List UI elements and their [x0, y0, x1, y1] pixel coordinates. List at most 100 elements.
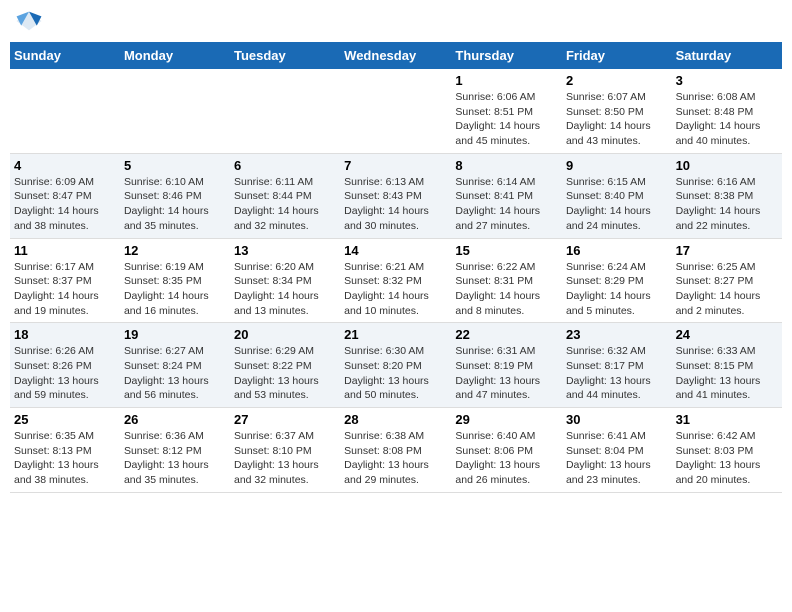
calendar-cell: 3Sunrise: 6:08 AM Sunset: 8:48 PM Daylig… — [672, 69, 782, 153]
day-number: 8 — [455, 158, 558, 173]
day-info: Sunrise: 6:29 AM Sunset: 8:22 PM Dayligh… — [234, 344, 336, 403]
calendar-cell: 21Sunrise: 6:30 AM Sunset: 8:20 PM Dayli… — [340, 323, 451, 408]
calendar-cell: 2 Sunrise: 6:07 AM Sunset: 8:50 PM Daylig… — [562, 69, 672, 153]
day-number: 5 — [124, 158, 226, 173]
weekday-header-thursday: Thursday — [451, 42, 562, 69]
day-info: Sunrise: 6:22 AM Sunset: 8:31 PM Dayligh… — [455, 260, 558, 319]
day-info: Sunrise: 6:19 AM Sunset: 8:35 PM Dayligh… — [124, 260, 226, 319]
weekday-header-sunday: Sunday — [10, 42, 120, 69]
day-number: 15 — [455, 243, 558, 258]
day-number: 18 — [14, 327, 116, 342]
day-info: Sunrise: 6:31 AM Sunset: 8:19 PM Dayligh… — [455, 344, 558, 403]
day-info: Sunrise: 6:32 AM Sunset: 8:17 PM Dayligh… — [566, 344, 668, 403]
day-number: 3 — [676, 73, 778, 88]
logo — [15, 10, 47, 32]
day-info: Sunrise: 6:06 AM Sunset: 8:51 PM Dayligh… — [455, 90, 558, 149]
day-info: Sunrise: 6:24 AM Sunset: 8:29 PM Dayligh… — [566, 260, 668, 319]
calendar-cell: 6 Sunrise: 6:11 AM Sunset: 8:44 PM Daylig… — [230, 153, 340, 238]
day-number: 17 — [676, 243, 778, 258]
calendar-cell: 1 Sunrise: 6:06 AM Sunset: 8:51 PM Daylig… — [451, 69, 562, 153]
calendar-cell: 29 Sunrise: 6:40 AM Sunset: 8:06 PM Dayli… — [451, 408, 562, 493]
day-number: 12 — [124, 243, 226, 258]
calendar-cell — [230, 69, 340, 153]
calendar-cell: 12 Sunrise: 6:19 AM Sunset: 8:35 PM Dayli… — [120, 238, 230, 323]
day-number: 19 — [124, 327, 226, 342]
day-number: 25 — [14, 412, 116, 427]
calendar-table: SundayMondayTuesdayWednesdayThursdayFrid… — [10, 42, 782, 493]
day-info: Sunrise: 6:20 AM Sunset: 8:34 PM Dayligh… — [234, 260, 336, 319]
calendar-cell: 28 Sunrise: 6:38 AM Sunset: 8:08 PM Dayli… — [340, 408, 451, 493]
day-info: Sunrise: 6:14 AM Sunset: 8:41 PM Dayligh… — [455, 175, 558, 234]
calendar-week-row: 18Sunrise: 6:26 AM Sunset: 8:26 PM Dayli… — [10, 323, 782, 408]
calendar-cell — [120, 69, 230, 153]
day-number: 29 — [455, 412, 558, 427]
day-number: 4 — [14, 158, 116, 173]
day-info: Sunrise: 6:38 AM Sunset: 8:08 PM Dayligh… — [344, 429, 447, 488]
day-info: Sunrise: 6:16 AM Sunset: 8:38 PM Dayligh… — [676, 175, 778, 234]
day-number: 20 — [234, 327, 336, 342]
calendar-week-row: 4 Sunrise: 6:09 AM Sunset: 8:47 PM Daylig… — [10, 153, 782, 238]
day-number: 6 — [234, 158, 336, 173]
day-info: Sunrise: 6:25 AM Sunset: 8:27 PM Dayligh… — [676, 260, 778, 319]
day-info: Sunrise: 6:33 AM Sunset: 8:15 PM Dayligh… — [676, 344, 778, 403]
calendar-week-row: 25 Sunrise: 6:35 AM Sunset: 8:13 PM Dayli… — [10, 408, 782, 493]
day-number: 23 — [566, 327, 668, 342]
day-number: 7 — [344, 158, 447, 173]
calendar-cell: 5 Sunrise: 6:10 AM Sunset: 8:46 PM Daylig… — [120, 153, 230, 238]
day-info: Sunrise: 6:27 AM Sunset: 8:24 PM Dayligh… — [124, 344, 226, 403]
calendar-cell: 17 Sunrise: 6:25 AM Sunset: 8:27 PM Dayli… — [672, 238, 782, 323]
day-number: 13 — [234, 243, 336, 258]
calendar-cell: 9 Sunrise: 6:15 AM Sunset: 8:40 PM Daylig… — [562, 153, 672, 238]
weekday-header-saturday: Saturday — [672, 42, 782, 69]
day-number: 31 — [676, 412, 778, 427]
calendar-cell: 27 Sunrise: 6:37 AM Sunset: 8:10 PM Dayli… — [230, 408, 340, 493]
day-info: Sunrise: 6:40 AM Sunset: 8:06 PM Dayligh… — [455, 429, 558, 488]
day-number: 10 — [676, 158, 778, 173]
day-info: Sunrise: 6:09 AM Sunset: 8:47 PM Dayligh… — [14, 175, 116, 234]
day-number: 9 — [566, 158, 668, 173]
weekday-header-row: SundayMondayTuesdayWednesdayThursdayFrid… — [10, 42, 782, 69]
day-number: 16 — [566, 243, 668, 258]
weekday-header-wednesday: Wednesday — [340, 42, 451, 69]
day-number: 27 — [234, 412, 336, 427]
day-number: 28 — [344, 412, 447, 427]
calendar-cell: 10 Sunrise: 6:16 AM Sunset: 8:38 PM Dayli… — [672, 153, 782, 238]
day-info: Sunrise: 6:07 AM Sunset: 8:50 PM Dayligh… — [566, 90, 668, 149]
day-number: 24 — [676, 327, 778, 342]
calendar-cell: 4 Sunrise: 6:09 AM Sunset: 8:47 PM Daylig… — [10, 153, 120, 238]
calendar-cell: 22Sunrise: 6:31 AM Sunset: 8:19 PM Dayli… — [451, 323, 562, 408]
day-info: Sunrise: 6:41 AM Sunset: 8:04 PM Dayligh… — [566, 429, 668, 488]
day-number: 2 — [566, 73, 668, 88]
day-info: Sunrise: 6:36 AM Sunset: 8:12 PM Dayligh… — [124, 429, 226, 488]
calendar-cell: 11 Sunrise: 6:17 AM Sunset: 8:37 PM Dayli… — [10, 238, 120, 323]
calendar-cell: 19 Sunrise: 6:27 AM Sunset: 8:24 PM Dayli… — [120, 323, 230, 408]
calendar-cell: 24 Sunrise: 6:33 AM Sunset: 8:15 PM Dayli… — [672, 323, 782, 408]
calendar-cell — [340, 69, 451, 153]
calendar-week-row: 1 Sunrise: 6:06 AM Sunset: 8:51 PM Daylig… — [10, 69, 782, 153]
calendar-cell: 26 Sunrise: 6:36 AM Sunset: 8:12 PM Dayli… — [120, 408, 230, 493]
day-info: Sunrise: 6:35 AM Sunset: 8:13 PM Dayligh… — [14, 429, 116, 488]
calendar-cell: 30 Sunrise: 6:41 AM Sunset: 8:04 PM Dayli… — [562, 408, 672, 493]
calendar-cell — [10, 69, 120, 153]
day-info: Sunrise: 6:11 AM Sunset: 8:44 PM Dayligh… — [234, 175, 336, 234]
day-info: Sunrise: 6:17 AM Sunset: 8:37 PM Dayligh… — [14, 260, 116, 319]
day-info: Sunrise: 6:42 AM Sunset: 8:03 PM Dayligh… — [676, 429, 778, 488]
day-number: 11 — [14, 243, 116, 258]
calendar-cell: 25 Sunrise: 6:35 AM Sunset: 8:13 PM Dayli… — [10, 408, 120, 493]
day-info: Sunrise: 6:15 AM Sunset: 8:40 PM Dayligh… — [566, 175, 668, 234]
calendar-cell: 8 Sunrise: 6:14 AM Sunset: 8:41 PM Daylig… — [451, 153, 562, 238]
day-number: 14 — [344, 243, 447, 258]
day-info: Sunrise: 6:37 AM Sunset: 8:10 PM Dayligh… — [234, 429, 336, 488]
day-number: 1 — [455, 73, 558, 88]
calendar-cell: 23 Sunrise: 6:32 AM Sunset: 8:17 PM Dayli… — [562, 323, 672, 408]
generalblue-logo-icon — [15, 10, 43, 32]
page-header — [10, 10, 782, 32]
day-number: 30 — [566, 412, 668, 427]
weekday-header-friday: Friday — [562, 42, 672, 69]
calendar-cell: 16 Sunrise: 6:24 AM Sunset: 8:29 PM Dayli… — [562, 238, 672, 323]
weekday-header-monday: Monday — [120, 42, 230, 69]
day-number: 26 — [124, 412, 226, 427]
calendar-cell: 7 Sunrise: 6:13 AM Sunset: 8:43 PM Daylig… — [340, 153, 451, 238]
day-info: Sunrise: 6:10 AM Sunset: 8:46 PM Dayligh… — [124, 175, 226, 234]
day-info: Sunrise: 6:13 AM Sunset: 8:43 PM Dayligh… — [344, 175, 447, 234]
